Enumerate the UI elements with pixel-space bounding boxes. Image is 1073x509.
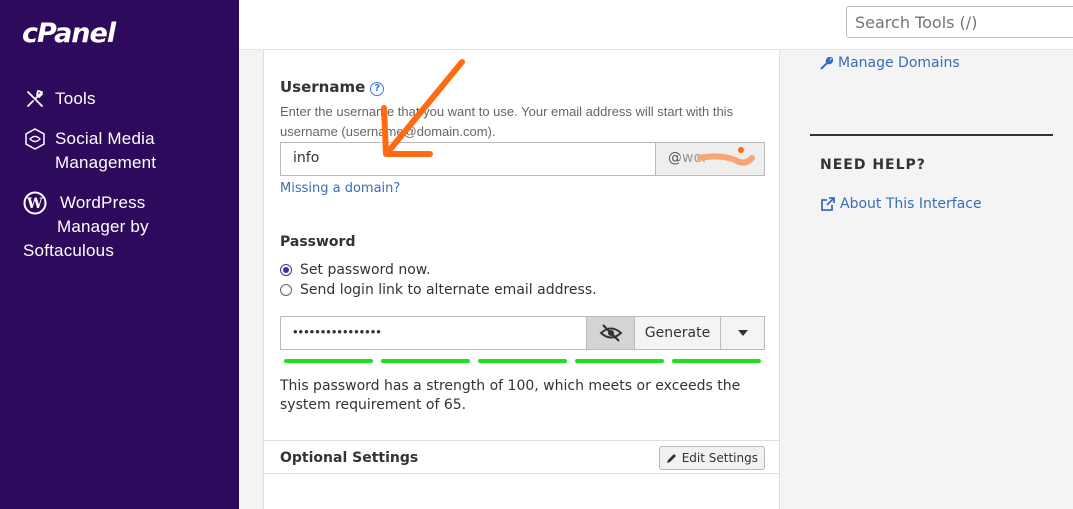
- edit-settings-button[interactable]: Edit Settings: [658, 446, 765, 470]
- password-label: Password: [280, 234, 356, 250]
- optional-settings-bar: Optional Settings Edit Settings: [264, 440, 779, 474]
- username-description: Enter the username that you want to use.…: [280, 104, 734, 139]
- strength-segment: [381, 359, 470, 363]
- username-input-group: info @wor: [280, 142, 765, 176]
- caret-down-icon: [737, 330, 748, 336]
- eye-slash-icon: [599, 324, 622, 342]
- sidebar-item-label: WordPress: [59, 193, 146, 212]
- strength-segment: [284, 359, 373, 363]
- sidebar-item-tools[interactable]: Tools: [23, 87, 96, 111]
- pencil-icon: [666, 454, 676, 463]
- sidebar-item-label: Manager by: [57, 217, 149, 236]
- missing-domain-link[interactable]: Missing a domain?: [280, 181, 400, 196]
- radio-set-password-now[interactable]: Set password now.: [280, 262, 430, 278]
- top-bar: [239, 0, 1073, 50]
- strength-segment: [575, 359, 664, 363]
- toggle-password-visibility-button[interactable]: [587, 316, 635, 350]
- cpanel-logo[interactable]: cPanel: [22, 18, 116, 49]
- sidebar: cPanel Tools Social Media Management W W…: [0, 0, 239, 509]
- sidebar-item-social-media[interactable]: Social Media Management: [23, 127, 156, 175]
- manage-domains-link[interactable]: Manage Domains: [820, 55, 960, 71]
- password-input[interactable]: ••••••••••••••••: [280, 316, 587, 350]
- sidebar-item-label: Management: [55, 153, 157, 172]
- tools-icon: [23, 87, 47, 111]
- strength-segment: [478, 359, 567, 363]
- generate-password-button[interactable]: Generate: [635, 316, 721, 350]
- search-tools-input[interactable]: [846, 6, 1073, 38]
- sidebar-item-label: Social Media: [55, 129, 155, 148]
- question-circle-icon[interactable]: ?: [370, 81, 385, 96]
- svg-text:W: W: [26, 196, 43, 212]
- external-link-icon: [821, 196, 835, 211]
- wordpress-icon: W: [23, 191, 47, 215]
- password-strength-meter: [284, 359, 761, 363]
- about-this-interface-link[interactable]: About This Interface: [820, 196, 982, 212]
- radio-selected-icon[interactable]: [280, 264, 292, 276]
- right-panel-divider: [810, 134, 1053, 136]
- strength-segment: [672, 359, 761, 363]
- sidebar-item-label: Tools: [55, 89, 96, 108]
- add-email-form: Username? Enter the username that you wa…: [263, 50, 780, 509]
- username-label: Username?: [280, 78, 385, 96]
- username-input[interactable]: info: [280, 142, 655, 176]
- need-help-heading: NEED HELP?: [820, 157, 926, 173]
- generate-options-dropdown[interactable]: [721, 316, 765, 350]
- password-input-group: •••••••••••••••• Generate: [280, 316, 765, 350]
- password-strength-text: This password has a strength of 100, whi…: [280, 378, 741, 413]
- social-media-icon: [23, 127, 47, 151]
- sidebar-item-label: Softaculous: [23, 241, 115, 260]
- optional-settings-title: Optional Settings: [280, 450, 419, 466]
- wrench-icon: [820, 56, 833, 70]
- sidebar-item-wordpress[interactable]: W WordPress Manager by Softaculous: [23, 191, 223, 263]
- domain-addon[interactable]: @wor: [655, 142, 765, 176]
- radio-unselected-icon[interactable]: [280, 284, 292, 296]
- radio-send-login-link[interactable]: Send login link to alternate email addre…: [280, 282, 597, 298]
